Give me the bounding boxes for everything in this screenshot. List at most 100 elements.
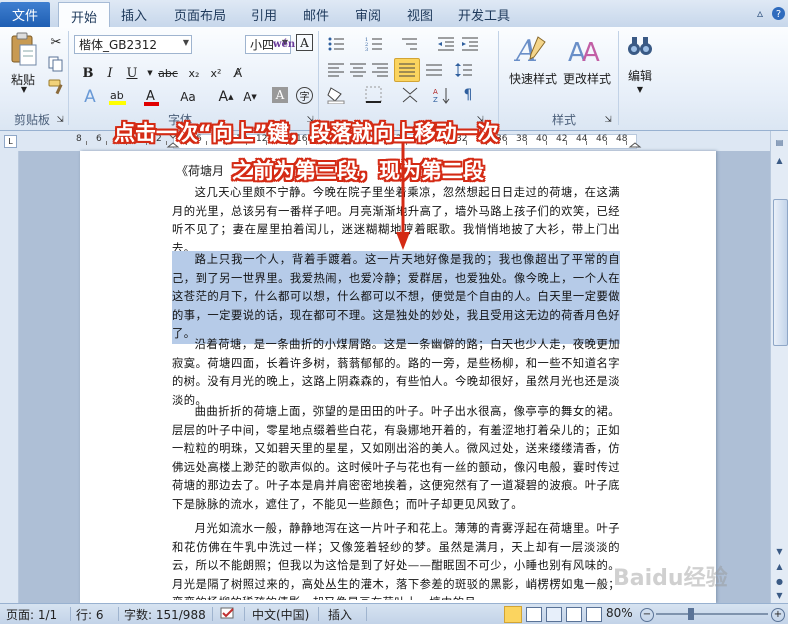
previous-page-icon[interactable]: ▲ (773, 559, 786, 573)
status-divider (118, 607, 119, 621)
borders-icon[interactable] (364, 85, 384, 105)
zoom-level[interactable]: 80% (606, 606, 633, 620)
language-indicator[interactable]: 中文(中国) (252, 606, 309, 623)
next-page-icon[interactable]: ▼ (773, 588, 786, 602)
right-indent-marker-icon[interactable] (628, 132, 642, 150)
print-layout-view-icon[interactable] (504, 606, 522, 623)
ribbon-tab-bar: 文件 开始 插入 页面布局 引用 邮件 审阅 视图 开发工具 ▵ ? (0, 0, 788, 29)
scrollbar-thumb[interactable] (773, 199, 788, 346)
scroll-down-icon[interactable]: ▼ (773, 544, 786, 558)
align-center-icon[interactable] (348, 60, 368, 80)
bullets-icon[interactable] (326, 34, 346, 54)
copy-icon[interactable] (46, 54, 66, 74)
grow-font-icon[interactable]: A ▲ (216, 87, 236, 107)
page-count[interactable]: 页面: 1/1 (6, 606, 57, 623)
multilevel-list-icon[interactable] (400, 34, 420, 54)
italic-icon[interactable]: I (100, 63, 120, 83)
line-spacing-icon[interactable] (454, 60, 474, 80)
align-left-icon[interactable] (326, 60, 346, 80)
web-layout-icon[interactable] (546, 607, 562, 622)
change-case-icon[interactable]: Aa (176, 87, 200, 107)
ruler-tick (626, 141, 627, 145)
word-count[interactable]: 字数: 151/988 (124, 606, 206, 623)
scroll-up-icon[interactable]: ▲ (773, 153, 786, 167)
superscript-icon[interactable]: x² (206, 63, 226, 83)
paragraph-3[interactable]: 沿着荷塘，是一条曲折的小煤屑路。这是一条幽僻的路；白天也少人走，夜晚更加寂寞。荷… (172, 336, 620, 410)
styles-launcher-icon[interactable]: ⇲ (598, 110, 618, 130)
zoom-slider-thumb[interactable] (688, 608, 694, 620)
subscript-icon[interactable]: x₂ (184, 63, 204, 83)
phonetic-guide-icon[interactable]: wén (272, 34, 296, 54)
underline-dropdown-icon[interactable]: ▼ (140, 63, 160, 83)
insert-mode-indicator[interactable]: 插入 (328, 606, 352, 623)
chinese-layout-icon[interactable] (400, 85, 420, 105)
tab-insert[interactable]: 插入 (112, 2, 156, 27)
status-divider (70, 607, 71, 621)
help-icon[interactable]: ? (770, 5, 786, 21)
tab-file[interactable]: 文件 (0, 2, 50, 27)
numbering-icon[interactable]: 123 (364, 34, 384, 54)
ruler-tick (506, 141, 507, 145)
character-shading-icon[interactable]: A (272, 87, 288, 103)
vertical-scrollbar[interactable]: ▤ ▲ ▼ ▲ ● ▼ (770, 131, 788, 603)
minimize-ribbon-icon[interactable]: ▵ (752, 5, 768, 21)
document-title-text[interactable]: 《荷塘月 (176, 162, 224, 179)
font-color-icon[interactable]: A (142, 87, 162, 107)
full-screen-reading-icon[interactable] (526, 607, 542, 622)
line-number[interactable]: 行: 6 (76, 606, 104, 623)
bold-icon[interactable]: B (78, 63, 98, 83)
character-border-icon[interactable]: A (296, 34, 313, 51)
underline-icon[interactable]: U (122, 63, 142, 83)
increase-indent-icon[interactable] (460, 34, 480, 54)
zoom-in-icon[interactable]: + (771, 608, 785, 622)
change-styles-icon[interactable]: AA (568, 33, 602, 68)
cut-icon[interactable]: ✂ (46, 32, 66, 52)
proofing-icon[interactable] (220, 607, 236, 621)
tab-selector-icon[interactable]: L (4, 135, 17, 148)
quick-styles-icon[interactable]: A (513, 33, 548, 69)
tab-mailings[interactable]: 邮件 (294, 2, 338, 27)
paste-icon[interactable] (8, 32, 38, 70)
outline-view-icon[interactable] (566, 607, 582, 622)
tab-developer[interactable]: 开发工具 (452, 2, 516, 27)
draft-view-icon[interactable] (586, 607, 602, 622)
decrease-indent-icon[interactable] (436, 34, 456, 54)
shrink-font-icon[interactable]: A ▼ (240, 87, 260, 107)
distributed-icon[interactable] (424, 60, 444, 80)
editing-dropdown-arrow-icon[interactable]: ▼ (630, 85, 650, 94)
zoom-out-icon[interactable]: − (640, 608, 654, 622)
tab-review[interactable]: 审阅 (346, 2, 390, 27)
quick-styles-button[interactable]: 快速样式 (506, 70, 560, 87)
ruler-toggle-icon[interactable]: ▤ (773, 135, 786, 149)
binoculars-icon[interactable] (626, 33, 654, 59)
zoom-slider[interactable] (656, 613, 768, 615)
clear-formatting-icon[interactable]: A̸ (228, 63, 248, 83)
highlight-icon[interactable]: ab (108, 87, 128, 107)
select-browse-object-icon[interactable]: ● (773, 574, 786, 588)
paragraph-5[interactable]: 月光如流水一般，静静地泻在这一片叶子和花上。薄薄的青雾浮起在荷塘里。叶子和花仿佛… (172, 520, 620, 600)
tab-references[interactable]: 引用 (242, 2, 286, 27)
annotation-arrow-icon (396, 142, 410, 250)
sort-icon[interactable]: AZ (432, 85, 452, 105)
enclose-characters-icon[interactable]: 字 (296, 87, 313, 104)
strikethrough-icon[interactable]: abc (158, 63, 178, 83)
tab-home[interactable]: 开始 (58, 2, 110, 29)
font-name-select[interactable]: 楷体_GB2312 ▼ (74, 35, 192, 54)
align-right-icon[interactable] (370, 60, 390, 80)
editing-button[interactable]: 编辑 (620, 67, 660, 84)
status-divider (244, 607, 245, 621)
ruler-number: 6 (96, 134, 102, 144)
paragraph-4[interactable]: 曲曲折折的荷塘上面，弥望的是田田的叶子。叶子出水很高，像亭亭的舞女的裙。层层的叶… (172, 403, 620, 515)
text-effects-icon[interactable]: A (80, 87, 100, 107)
format-painter-icon[interactable] (46, 77, 66, 97)
change-styles-button[interactable]: 更改样式 (560, 70, 614, 87)
ruler-tick (566, 141, 567, 145)
tab-view[interactable]: 视图 (398, 2, 442, 27)
clipboard-launcher-icon[interactable]: ⇲ (50, 110, 70, 130)
paste-dropdown-arrow-icon[interactable]: ▼ (14, 85, 34, 94)
tab-page-layout[interactable]: 页面布局 (165, 2, 235, 27)
justify-icon[interactable] (394, 58, 420, 82)
paragraph-2-selected[interactable]: 路上只我一个人，背着手踱着。这一片天地好像是我的；我也像超出了平常的自己，到了另… (172, 251, 620, 344)
shading-icon[interactable] (326, 85, 346, 105)
show-formatting-marks-icon[interactable]: ¶ (458, 85, 478, 105)
